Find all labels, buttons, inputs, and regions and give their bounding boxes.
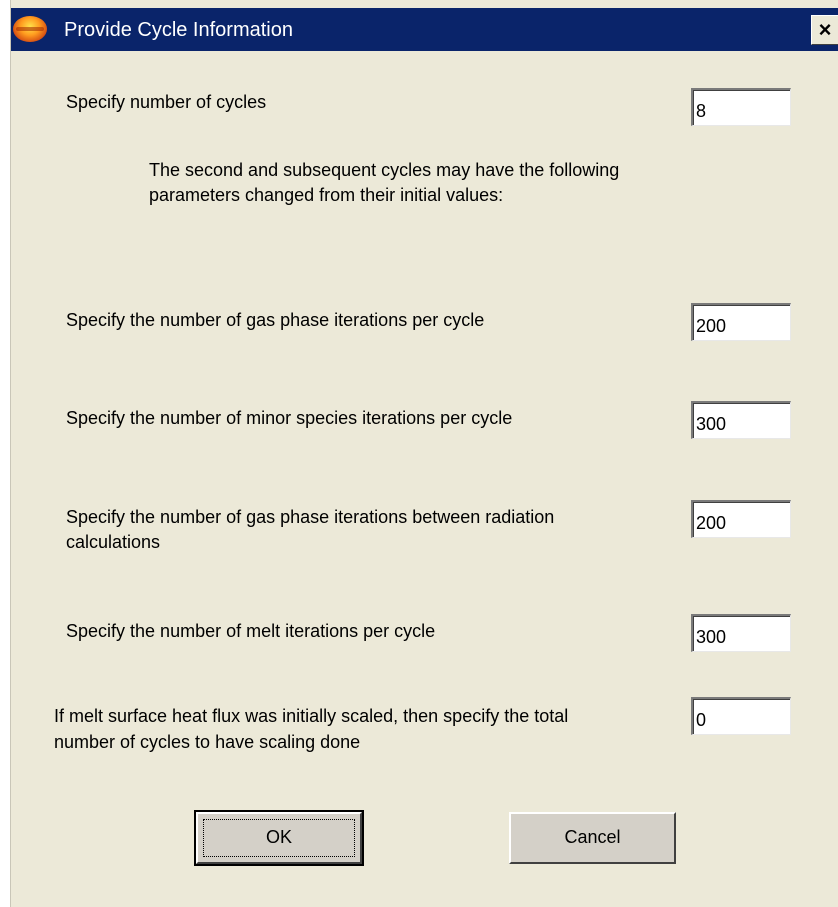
dialog-window: Provide Cycle Information × Specify numb…	[10, 0, 838, 907]
close-button[interactable]: ×	[811, 15, 838, 45]
parameter-note: The second and subsequent cycles may hav…	[149, 160, 620, 205]
gas-phase-iterations-input[interactable]	[691, 303, 791, 341]
title-bar[interactable]: Provide Cycle Information ×	[11, 8, 838, 51]
ok-button[interactable]: OK	[194, 810, 364, 866]
dialog-title: Provide Cycle Information	[64, 19, 293, 41]
radiation-interval-label: Specify the number of gas phase iteratio…	[66, 507, 555, 552]
cancel-button[interactable]: Cancel	[509, 812, 676, 864]
cancel-button-label: Cancel	[564, 827, 621, 847]
minor-species-iterations-label: Specify the number of minor species iter…	[66, 408, 513, 428]
app-logo-icon	[13, 16, 47, 42]
scaling-cycles-input[interactable]	[691, 697, 791, 735]
scaling-cycles-label: If melt surface heat flux was initially …	[54, 706, 569, 752]
melt-iterations-label: Specify the number of melt iterations pe…	[66, 621, 436, 641]
ok-button-label: OK	[265, 827, 292, 847]
minor-species-iterations-input[interactable]	[691, 401, 791, 439]
melt-iterations-input[interactable]	[691, 614, 791, 652]
num-cycles-label: Specify number of cycles	[66, 92, 267, 112]
num-cycles-input[interactable]	[691, 88, 791, 126]
radiation-interval-input[interactable]	[691, 500, 791, 538]
gas-phase-iterations-label: Specify the number of gas phase iteratio…	[66, 310, 485, 330]
